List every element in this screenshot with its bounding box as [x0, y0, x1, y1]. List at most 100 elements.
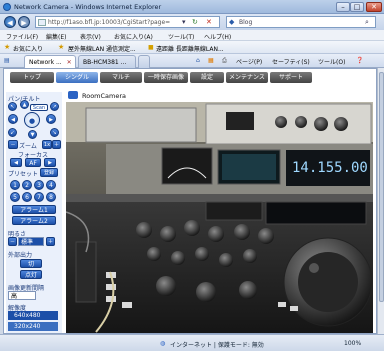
- nav-settings[interactable]: 設定: [190, 72, 224, 83]
- pan-left-button[interactable]: ◀: [8, 114, 18, 124]
- add-favorite-icon[interactable]: ★: [58, 43, 64, 51]
- tools-menu[interactable]: ツール(O): [318, 57, 345, 66]
- preset-5-button[interactable]: 5: [10, 192, 20, 202]
- search-input[interactable]: Blog: [239, 19, 252, 26]
- favorite-link-2[interactable]: 遠距離 長距離無線LAN...: [156, 44, 224, 53]
- address-toolbar: ◀ ▶ http://f1aso.bfl.jp:10003/CgiStart?p…: [0, 14, 384, 30]
- output-off-button[interactable]: 切: [20, 259, 42, 268]
- home-icon[interactable]: ⌂: [196, 57, 200, 64]
- camera-name: RoomCamera: [82, 92, 127, 100]
- preset-3-button[interactable]: 3: [34, 180, 44, 190]
- browser-tab-row: ▤ Network ... ✕ BB-HCM381 ... ⌂ ▦ ⎙ ページ(…: [0, 54, 384, 68]
- maximize-button[interactable]: □: [350, 2, 364, 12]
- new-tab-button[interactable]: [138, 55, 150, 68]
- back-button[interactable]: ◀: [4, 16, 16, 28]
- radio-photo: 14.155.00: [66, 102, 373, 333]
- print-icon[interactable]: ⎙: [222, 57, 227, 65]
- menu-file[interactable]: ファイル(F): [6, 32, 38, 41]
- address-bar[interactable]: http://f1aso.bfl.jp:10003/CgiStart?page=…: [35, 16, 220, 28]
- resolution-320-option[interactable]: 320x240: [8, 322, 58, 331]
- control-sidebar: パン/チルト ↖ ▲ ↗ Scan ◀ ● ▶ ↙ ▼ ↘ － ズーム 1x ＋…: [6, 92, 62, 333]
- dropdown-arrow-icon[interactable]: ▾: [182, 18, 186, 26]
- preset-8-button[interactable]: 8: [46, 192, 56, 202]
- focus-af-button[interactable]: AF: [25, 158, 41, 167]
- preset-7-button[interactable]: 7: [34, 192, 44, 202]
- nav-multi[interactable]: マルチ: [100, 72, 142, 83]
- minimize-button[interactable]: –: [336, 2, 350, 12]
- menu-view[interactable]: 表示(V): [80, 32, 101, 41]
- safety-menu[interactable]: セーフティ(S): [272, 57, 310, 66]
- brightness-up-button[interactable]: ＋: [46, 237, 55, 246]
- nav-single[interactable]: シングル: [56, 72, 98, 83]
- zoom-label: ズーム: [19, 143, 37, 150]
- home-position-button[interactable]: ●: [24, 112, 40, 128]
- tilt-up-button[interactable]: ▲: [20, 100, 29, 109]
- pan-upright-button[interactable]: ↗: [50, 102, 59, 111]
- camera-live-image[interactable]: 14.155.00: [66, 102, 373, 333]
- tab-bb-hcm381[interactable]: BB-HCM381 ...: [78, 55, 136, 68]
- menu-help[interactable]: ヘルプ(H): [204, 32, 231, 41]
- tab-network-camera[interactable]: Network ... ✕: [24, 55, 76, 68]
- tab-close-icon[interactable]: ✕: [67, 59, 72, 66]
- stop-icon[interactable]: ✕: [206, 18, 212, 26]
- tab-list-icon[interactable]: ▤: [4, 57, 10, 64]
- window-titlebar: Network Camera - Windows Internet Explor…: [0, 0, 384, 14]
- brightness-down-button[interactable]: －: [8, 237, 17, 246]
- favorites-star-icon: ★: [4, 43, 11, 51]
- nav-top[interactable]: トップ: [10, 72, 54, 83]
- search-box[interactable]: ◆ Blog ⌕: [226, 16, 376, 28]
- web-content: トップ シングル マルチ 一時保存画像 設定 メンテナンス サポート パン/チル…: [3, 68, 377, 334]
- url-text: http://f1aso.bfl.jp:10003/CgiStart?page=: [48, 19, 171, 26]
- preset-1-button[interactable]: 1: [10, 180, 20, 190]
- menu-favorites[interactable]: お気に入り(A): [114, 32, 153, 41]
- ie-icon: [3, 3, 11, 11]
- zoom-in-button[interactable]: ＋: [52, 140, 61, 149]
- nav-saved-images[interactable]: 一時保存画像: [144, 72, 188, 83]
- close-button[interactable]: ✕: [366, 2, 382, 12]
- pan-downright-button[interactable]: ↘: [50, 128, 59, 137]
- scan-button[interactable]: Scan: [30, 104, 48, 111]
- page-menu[interactable]: ページ(P): [236, 57, 262, 66]
- preset-6-button[interactable]: 6: [22, 192, 32, 202]
- favorite-link-1[interactable]: 屋外無線LAN 通信測定...: [68, 44, 136, 53]
- menu-tools[interactable]: ツール(T): [168, 32, 194, 41]
- preset-4-button[interactable]: 4: [46, 180, 56, 190]
- security-zone: インターネット | 保護モード: 無効: [170, 342, 264, 349]
- output-on-button[interactable]: 点灯: [20, 270, 42, 279]
- pan-upleft-button[interactable]: ↖: [8, 102, 17, 111]
- resolution-640-option[interactable]: 640x480: [8, 311, 58, 320]
- nav-support[interactable]: サポート: [270, 72, 312, 83]
- focus-near-button[interactable]: ◀: [10, 158, 22, 167]
- zoom-out-button[interactable]: －: [8, 140, 18, 149]
- scrollbar-thumb[interactable]: [379, 72, 384, 302]
- vertical-scrollbar[interactable]: [377, 68, 384, 334]
- globe-icon: ◍: [160, 340, 166, 347]
- camera-header: RoomCamera: [66, 91, 372, 101]
- focus-far-button[interactable]: ▶: [44, 158, 56, 167]
- page-icon: [38, 19, 46, 26]
- tilt-down-button[interactable]: ▼: [28, 130, 37, 139]
- alarm2-button[interactable]: アラーム2: [12, 216, 56, 225]
- menu-bar: ファイル(F) 編集(E) 表示(V) お気に入り(A) ツール(T) ヘルプ(…: [0, 30, 384, 41]
- interval-select[interactable]: 高: [8, 291, 36, 300]
- zoom-level[interactable]: 100%: [344, 340, 361, 347]
- status-bar: ◍ インターネット | 保護モード: 無効 100%: [0, 334, 384, 351]
- zoom-value: 1x: [42, 140, 52, 149]
- nav-maintenance[interactable]: メンテナンス: [226, 72, 268, 83]
- menu-edit[interactable]: 編集(E): [46, 32, 66, 41]
- feeds-icon[interactable]: ▦: [208, 57, 214, 64]
- alarm1-button[interactable]: アラーム1: [12, 205, 56, 214]
- tab-label: Network ...: [29, 59, 62, 66]
- preset-label: プリセット: [8, 171, 39, 178]
- search-icon[interactable]: ⌕: [365, 18, 369, 27]
- preset-2-button[interactable]: 2: [22, 180, 32, 190]
- refresh-icon[interactable]: ↻: [192, 18, 198, 26]
- forward-button[interactable]: ▶: [18, 16, 30, 28]
- radio-frequency-display: 14.155.00: [292, 160, 368, 176]
- favorites-button[interactable]: お気に入り: [13, 44, 43, 53]
- pan-downleft-button[interactable]: ↙: [8, 128, 17, 137]
- help-icon[interactable]: ❓: [356, 57, 363, 64]
- brightness-value: 標準: [18, 237, 44, 246]
- preset-register-button[interactable]: 登録: [40, 168, 58, 177]
- pan-right-button[interactable]: ▶: [46, 114, 56, 124]
